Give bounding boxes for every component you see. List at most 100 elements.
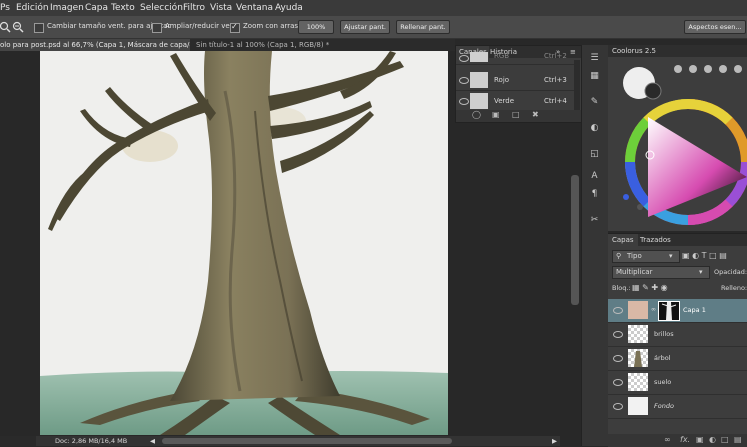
save-selection-icon[interactable]: ▣: [492, 110, 500, 119]
filter-value: Tipo: [627, 252, 642, 260]
adjustment-layer-icon[interactable]: ◐: [709, 435, 716, 444]
channel-row[interactable]: Rojo Ctrl+3: [456, 70, 574, 91]
layer-row-suelo[interactable]: suelo: [608, 371, 747, 395]
filter-smart-icon[interactable]: ▤: [719, 251, 727, 260]
layer-row-fondo[interactable]: Fondo: [608, 395, 747, 419]
eye-icon[interactable]: [613, 331, 623, 338]
filter-icons: ▣ ◐ T □ ▤: [682, 251, 727, 260]
tools-icon[interactable]: ✂: [588, 215, 601, 226]
menu-edicion[interactable]: Edición: [16, 0, 49, 16]
zoom-all-checkbox[interactable]: [152, 23, 162, 33]
new-layer-icon[interactable]: ▤: [734, 435, 742, 444]
lock-position-icon[interactable]: ✚: [651, 283, 658, 292]
document-canvas[interactable]: [40, 51, 448, 435]
fill-screen-button[interactable]: Rellenar pant.: [396, 20, 450, 34]
channel-name: RGB: [494, 52, 510, 60]
resize-windows-checkbox[interactable]: [34, 23, 44, 33]
layer-name: Capa 1: [683, 306, 706, 314]
lock-transparency-icon[interactable]: ▦: [632, 283, 640, 292]
tab-doc-1[interactable]: olo para post.psd al 66,7% (Capa 1, Másc…: [0, 39, 190, 51]
tab-paths[interactable]: Trazados: [640, 234, 671, 246]
eye-icon[interactable]: [459, 55, 469, 62]
eye-icon[interactable]: [613, 379, 623, 386]
tab-doc-2[interactable]: Sin título-1 al 100% (Capa 1, RGB/8) *: [196, 39, 356, 51]
adjustments-icon[interactable]: ◐: [588, 123, 601, 134]
layer-mask-thumbnail[interactable]: [658, 301, 680, 321]
mode-icon[interactable]: [719, 65, 727, 73]
menu-ventana[interactable]: Ventana: [236, 0, 273, 16]
delete-channel-icon[interactable]: ✖: [532, 110, 539, 119]
eye-icon[interactable]: [613, 355, 623, 362]
menu-vista[interactable]: Vista: [210, 0, 232, 16]
fit-screen-button[interactable]: Ajustar pant.: [340, 20, 390, 34]
layer-row-brillos[interactable]: brillos: [608, 323, 747, 347]
horizontal-scrollbar[interactable]: [162, 438, 452, 444]
filter-type-icon[interactable]: T: [702, 251, 707, 260]
channel-row[interactable]: RGB Ctrl+2: [456, 52, 574, 65]
scrubby-zoom-checkbox[interactable]: [230, 22, 240, 33]
add-mask-icon[interactable]: ▣: [696, 435, 704, 444]
app-menu-ps[interactable]: Ps: [0, 0, 10, 16]
menu-texto[interactable]: Texto: [111, 0, 135, 16]
channel-shortcut: Ctrl+4: [544, 97, 567, 105]
menu-seleccion[interactable]: Selección: [140, 0, 183, 16]
layer-row-capa-1[interactable]: ∞ Capa 1: [608, 299, 747, 323]
mode-icon[interactable]: [734, 65, 742, 73]
zoom-in-icon[interactable]: [0, 20, 12, 34]
menu-ayuda[interactable]: Ayuda: [275, 0, 303, 16]
layer-filter-select[interactable]: ⚲ Tipo ▾: [612, 250, 680, 263]
zoom-field[interactable]: [0, 436, 36, 446]
eye-icon[interactable]: [459, 98, 469, 105]
scroll-left-arrow-icon[interactable]: ◀: [150, 436, 155, 446]
channel-row[interactable]: Verde Ctrl+4: [456, 91, 574, 112]
channels-footer: ◯ ▣ □ ✖: [456, 110, 582, 122]
blend-mode-select[interactable]: Multiplicar ▾: [612, 266, 710, 279]
character-icon[interactable]: A: [588, 171, 601, 182]
paragraph-icon[interactable]: ¶: [588, 189, 601, 200]
channel-name: Verde: [494, 97, 515, 105]
eye-icon[interactable]: [613, 403, 623, 410]
background-swatch[interactable]: [644, 82, 662, 100]
channels-scrollbar[interactable]: [574, 60, 580, 112]
new-group-icon[interactable]: □: [721, 435, 729, 444]
swatches-icon[interactable]: ▦: [588, 71, 601, 82]
mode-icon[interactable]: [674, 65, 682, 73]
zoom-out-icon[interactable]: [12, 20, 24, 34]
tree-painting: [40, 51, 448, 435]
zoom-100-button[interactable]: 100%: [298, 20, 334, 34]
link-layers-icon[interactable]: ∞: [664, 435, 671, 444]
mode-icon[interactable]: [704, 65, 712, 73]
zoom-all-label: Ampliar/reducir vent.: [165, 22, 240, 30]
filter-image-icon[interactable]: ▣: [682, 251, 690, 260]
eye-icon[interactable]: [459, 77, 469, 84]
menu-bar: Ps Edición Imagen Capa Texto Selección F…: [0, 0, 747, 16]
tab-doc-1-label: olo para post.psd al 66,7% (Capa 1, Másc…: [0, 41, 190, 49]
mask-link-icon[interactable]: ∞: [651, 306, 656, 313]
lock-pixels-icon[interactable]: ✎: [642, 283, 649, 292]
load-selection-icon[interactable]: ◯: [472, 110, 481, 119]
fx-icon[interactable]: fx.: [680, 435, 690, 444]
menu-imagen[interactable]: Imagen: [50, 0, 84, 16]
scroll-right-arrow-icon[interactable]: ▶: [552, 436, 557, 446]
filter-search-icon: ⚲: [616, 252, 622, 260]
color-wheel-widget[interactable]: [608, 57, 747, 231]
lock-icons: ▦ ✎ ✚ ◉: [632, 283, 668, 292]
tab-layers[interactable]: Capas: [608, 234, 638, 246]
menu-filtro[interactable]: Filtro: [183, 0, 205, 16]
lock-all-icon[interactable]: ◉: [661, 283, 668, 292]
color-dot: [637, 204, 643, 210]
filter-shape-icon[interactable]: □: [709, 251, 717, 260]
history-icon[interactable]: ☰: [588, 53, 601, 64]
mode-icon[interactable]: [689, 65, 697, 73]
new-channel-icon[interactable]: □: [512, 110, 520, 119]
channel-thumbnail: [470, 52, 488, 62]
eye-icon[interactable]: [613, 307, 623, 314]
clone-source-icon[interactable]: ◱: [588, 149, 601, 160]
filter-adjust-icon[interactable]: ◐: [692, 251, 699, 260]
brush-icon[interactable]: ✎: [588, 97, 601, 108]
workspace-button[interactable]: Aspectos esen...: [684, 20, 746, 34]
layer-row-arbol[interactable]: árbol: [608, 347, 747, 371]
channel-shortcut: Ctrl+3: [544, 76, 567, 84]
menu-capa[interactable]: Capa: [85, 0, 108, 16]
vertical-scrollbar[interactable]: [571, 175, 579, 305]
